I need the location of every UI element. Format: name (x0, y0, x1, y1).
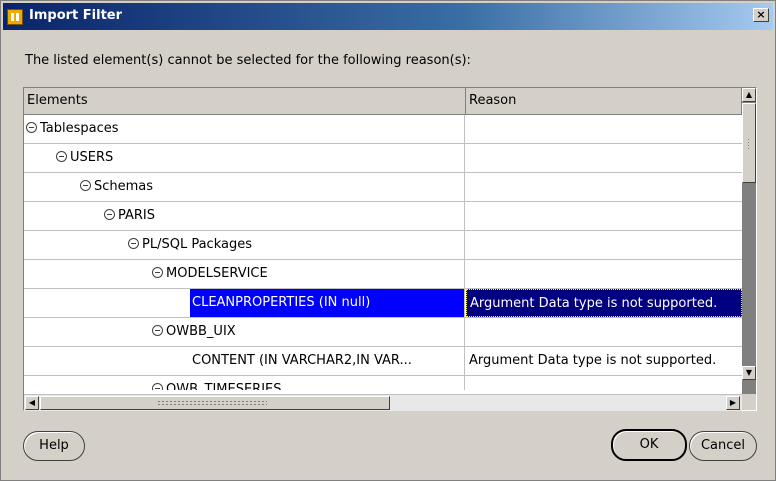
collapse-icon[interactable] (26, 122, 37, 133)
reason-cell (466, 376, 742, 390)
table-row[interactable]: OWBB_UIX (24, 318, 742, 347)
table-header: Elements Reason (24, 88, 742, 115)
cancel-button[interactable]: Cancel (689, 431, 757, 461)
scroll-left-button[interactable]: ◀ (25, 396, 39, 410)
reason-cell (466, 173, 742, 201)
import-filter-dialog: Import Filter × The listed element(s) ca… (0, 0, 776, 481)
table-row[interactable]: PL/SQL Packages (24, 231, 742, 260)
vertical-scrollbar[interactable]: ▲ ▼ (742, 88, 756, 394)
reason-cell (466, 144, 742, 172)
collapse-icon[interactable] (152, 325, 163, 336)
reason-cell: Argument Data type is not supported. (469, 353, 717, 368)
elements-table: Elements Reason Tablespaces USERS Schema… (23, 87, 757, 411)
table-row[interactable]: USERS (24, 144, 742, 173)
table-row-selected[interactable]: CLEANPROPERTIES (IN null) Argument Data … (24, 289, 742, 318)
scroll-corner (742, 394, 756, 410)
collapse-icon[interactable] (128, 238, 139, 249)
help-button[interactable]: Help (23, 431, 85, 461)
table-row[interactable]: Schemas (24, 173, 742, 202)
reason-cell (466, 231, 742, 259)
element-name: CLEANPROPERTIES (IN null) (190, 289, 464, 317)
close-button[interactable]: × (753, 8, 769, 22)
column-header-reason[interactable]: Reason (466, 88, 742, 114)
table-row[interactable]: PARIS (24, 202, 742, 231)
element-name: PARIS (118, 208, 156, 223)
collapse-icon[interactable] (80, 180, 91, 191)
table-row[interactable]: MODELSERVICE (24, 260, 742, 289)
reason-cell (466, 260, 742, 288)
element-name: USERS (70, 150, 114, 165)
horizontal-scrollbar[interactable]: ◀ ▶ (24, 394, 742, 411)
grip-icon (157, 400, 267, 406)
app-icon (7, 9, 23, 25)
table-row[interactable]: CONTENT (IN VARCHAR2,IN VAR... Argument … (24, 347, 742, 376)
reason-cell (466, 115, 742, 143)
collapse-icon[interactable] (104, 209, 115, 220)
element-name: MODELSERVICE (166, 266, 268, 281)
window-title: Import Filter (29, 8, 123, 23)
column-header-elements[interactable]: Elements (24, 88, 466, 114)
table-row[interactable]: Tablespaces (24, 115, 742, 144)
element-name: OWB_TIMESERIES (166, 382, 282, 390)
table-row[interactable]: OWB_TIMESERIES (24, 376, 742, 390)
scroll-right-button[interactable]: ▶ (726, 396, 740, 410)
element-name: Schemas (94, 179, 154, 194)
grip-icon (747, 138, 751, 150)
reason-cell (466, 318, 742, 346)
element-name: PL/SQL Packages (142, 237, 252, 252)
title-bar[interactable]: Import Filter × (3, 3, 773, 30)
element-name: OWBB_UIX (166, 324, 236, 339)
scroll-down-button[interactable]: ▼ (742, 366, 756, 380)
element-name: CONTENT (IN VARCHAR2,IN VAR... (192, 353, 412, 368)
reason-cell: Argument Data type is not supported. (466, 289, 742, 317)
table-body: Tablespaces USERS Schemas PARIS PL/SQL P… (24, 115, 742, 390)
element-name: Tablespaces (40, 121, 119, 136)
vertical-scroll-thumb[interactable] (742, 103, 756, 183)
reason-cell (466, 202, 742, 230)
ok-button[interactable]: OK (611, 429, 687, 461)
horizontal-scroll-thumb[interactable] (40, 396, 390, 410)
collapse-icon[interactable] (56, 151, 67, 162)
instruction-text: The listed element(s) cannot be selected… (25, 53, 471, 68)
collapse-icon[interactable] (152, 267, 163, 278)
collapse-icon[interactable] (152, 383, 163, 390)
scroll-up-button[interactable]: ▲ (742, 88, 756, 102)
